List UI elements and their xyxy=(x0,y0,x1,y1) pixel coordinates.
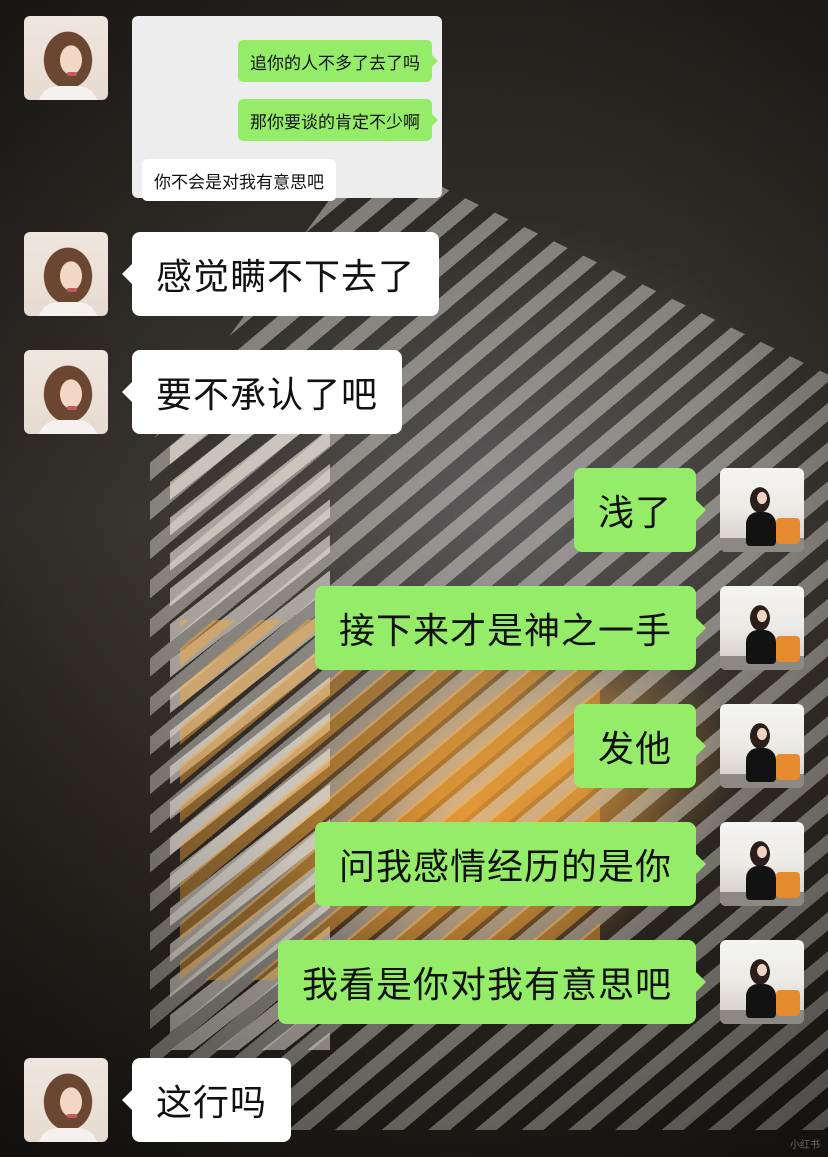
contact-avatar[interactable] xyxy=(24,232,108,316)
my-avatar[interactable] xyxy=(720,822,804,906)
contact-avatar[interactable] xyxy=(24,1058,108,1142)
watermark: 小红书 xyxy=(790,1140,820,1151)
quoted-message: 追你的人不多了去了吗 xyxy=(238,40,438,82)
sent-message-bubble[interactable]: 问我感情经历的是你 xyxy=(314,822,707,906)
sent-message-bubble[interactable]: 接下来才是神之一手 xyxy=(314,586,707,670)
quoted-message: 你不会是对我有意思吧 xyxy=(142,159,336,201)
quoted-message: 那你要谈的肯定不少啊 xyxy=(238,99,438,141)
received-message-bubble[interactable]: 感觉瞒不下去了 xyxy=(121,232,440,316)
sent-message-bubble[interactable]: 我看是你对我有意思吧 xyxy=(277,940,707,1024)
sent-message-bubble[interactable]: 浅了 xyxy=(573,468,707,552)
received-message-bubble[interactable]: 要不承认了吧 xyxy=(121,350,403,434)
my-avatar[interactable] xyxy=(720,704,804,788)
contact-avatar[interactable] xyxy=(24,16,108,100)
sent-message-bubble[interactable]: 发他 xyxy=(573,704,707,788)
contact-avatar[interactable] xyxy=(24,350,108,434)
my-avatar[interactable] xyxy=(720,940,804,1024)
my-avatar[interactable] xyxy=(720,586,804,670)
quoted-screenshot-image[interactable]: 追你的人不多了去了吗 那你要谈的肯定不少啊 你不会是对我有意思吧 xyxy=(132,16,442,201)
my-avatar[interactable] xyxy=(720,468,804,552)
received-message-bubble[interactable]: 这行吗 xyxy=(121,1058,292,1142)
